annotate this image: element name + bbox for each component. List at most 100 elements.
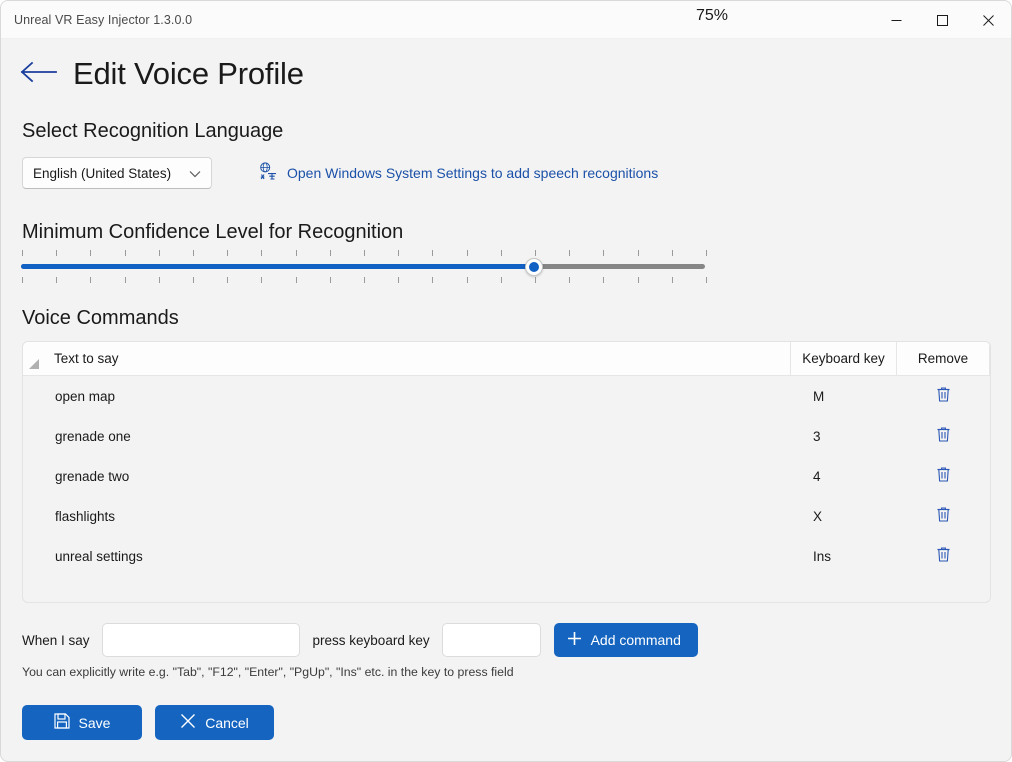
language-row: English (United States) Open Windows Sys… [22,157,658,189]
language-dropdown-value: English (United States) [33,165,172,181]
slider-tick [227,277,229,283]
slider-tick [398,277,400,283]
voice-commands-heading: Voice Commands [22,307,179,329]
plus-icon [567,631,582,649]
slider-tick [227,250,229,256]
cell-keyboard-key: M [813,388,825,404]
save-icon [53,713,70,732]
slider-tick [466,250,468,256]
trash-icon[interactable] [936,506,951,527]
table-row[interactable]: open map M [23,376,990,416]
close-button[interactable] [965,1,1011,39]
when-i-say-input[interactable] [101,623,300,657]
title-bar: Unreal VR Easy Injector 1.3.0.0 [1,1,1011,39]
close-x-icon [180,713,196,732]
save-button[interactable]: Save [22,705,142,740]
column-header-keyboard-key[interactable]: Keyboard key [791,342,897,375]
slider-tick [329,250,331,256]
table-row[interactable]: flashlights X [23,496,990,536]
slider-tick [500,250,502,256]
window-title: Unreal VR Easy Injector 1.3.0.0 [14,12,193,27]
confidence-slider[interactable] [21,250,731,284]
slider-tick [22,277,23,283]
table-row[interactable]: grenade one 3 [23,416,990,456]
slider-tick [432,277,434,283]
slider-tick [158,250,160,256]
slider-tick [706,250,707,256]
slider-tick [90,250,92,256]
slider-tick [432,250,434,256]
slider-tick [364,277,365,283]
back-button[interactable] [15,52,61,96]
table-header-row: Text to say Keyboard key Remove [23,342,990,376]
slider-tick [56,250,58,256]
slider-tick [158,277,160,283]
table-row[interactable]: grenade two 4 [23,456,990,496]
trash-icon[interactable] [936,426,951,447]
trash-icon[interactable] [936,546,951,567]
slider-tick [193,277,194,283]
app-window: Unreal VR Easy Injector 1.3.0.0 Edit Voi… [0,0,1012,762]
cancel-label: Cancel [205,714,249,731]
slider-tick [569,277,571,283]
language-dropdown[interactable]: English (United States) [22,157,212,189]
slider-tick [261,277,263,283]
slider-tick [603,250,605,256]
slider-tick [295,250,297,256]
column-header-text-to-say[interactable]: Text to say [45,342,791,375]
when-i-say-label: When I say [22,632,90,648]
keyboard-key-input[interactable] [441,623,541,657]
slider-tick [466,277,468,283]
slider-thumb[interactable] [525,258,543,276]
slider-tick [398,250,400,256]
slider-tick [535,277,536,283]
page-title: Edit Voice Profile [73,56,304,91]
press-keyboard-key-label: press keyboard key [312,632,430,648]
confidence-heading: Minimum Confidence Level for Recognition [22,221,404,243]
slider-tick [193,250,194,256]
cell-text-to-say: flashlights [55,508,116,524]
table-body: open map Mgrenade one 3 grenade two 4 flashli… [23,376,990,576]
translate-icon [259,161,278,185]
cancel-button[interactable]: Cancel [155,705,274,740]
slider-tick [637,277,639,283]
footer-actions: Save Cancel [22,705,274,740]
slider-tick [500,277,502,283]
page-header: Edit Voice Profile [1,45,1011,103]
cell-text-to-say: open map [55,388,116,404]
save-label: Save [78,714,111,731]
table-row[interactable]: unreal settings Ins [23,536,990,576]
cell-keyboard-key: 3 [813,428,821,444]
slider-track[interactable] [21,264,705,269]
cell-keyboard-key: 4 [813,468,821,484]
cell-text-to-say: grenade two [55,468,130,484]
slider-tick [295,277,297,283]
column-header-remove[interactable]: Remove [897,342,990,375]
slider-tick [569,250,571,256]
slider-tick [90,277,92,283]
window-controls [873,1,1011,38]
slider-tick [706,277,707,283]
trash-icon[interactable] [936,466,951,487]
cell-keyboard-key: X [813,508,823,524]
slider-tick [671,277,673,283]
slider-tick [22,250,23,256]
open-system-settings-link[interactable]: Open Windows System Settings to add spee… [259,161,659,185]
open-system-settings-link-label: Open Windows System Settings to add spee… [287,165,659,181]
key-field-hint: You can explicitly write e.g. "Tab", "F1… [22,665,514,679]
cell-keyboard-key: Ins [813,548,832,564]
maximize-button[interactable] [919,1,965,39]
minimize-button[interactable] [873,1,919,39]
add-command-button[interactable]: Add command [553,623,698,657]
trash-icon[interactable] [936,386,951,407]
slider-tick [56,277,58,283]
slider-tick [603,277,605,283]
slider-tick [637,250,639,256]
slider-tick [124,250,126,256]
cell-text-to-say: grenade one [55,428,131,444]
voice-commands-table: Text to say Keyboard key Remove open map… [22,341,991,603]
slider-tick [124,277,126,283]
sort-indicator-icon[interactable] [23,342,45,375]
slider-tick [535,250,536,256]
slider-track-fill [21,264,534,269]
